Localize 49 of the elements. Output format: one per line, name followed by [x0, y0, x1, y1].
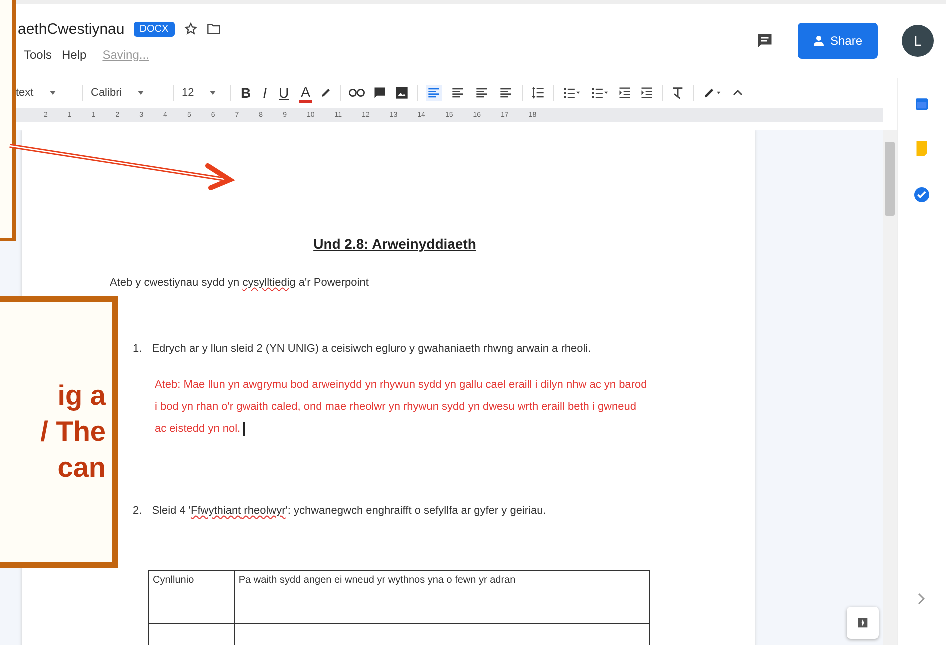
comment-add-icon[interactable]: [373, 86, 388, 100]
format-button[interactable]: A: [299, 84, 312, 102]
list-number: 2.: [133, 504, 142, 519]
format-button[interactable]: B: [239, 85, 254, 101]
chevron-right-icon[interactable]: [918, 593, 926, 605]
table-cell: Cynllunio: [148, 570, 234, 624]
document-title[interactable]: aethCwestiynau: [18, 20, 125, 38]
clear-formatting-icon[interactable]: [671, 86, 686, 100]
format-button[interactable]: U: [277, 85, 292, 101]
explore-icon: [856, 616, 870, 630]
format-button[interactable]: I: [261, 85, 270, 101]
font-dropdown[interactable]: Calibri: [91, 87, 165, 99]
list-icon[interactable]: [590, 86, 610, 100]
style-dropdown[interactable]: text: [16, 87, 74, 99]
line-spacing-icon[interactable]: [531, 86, 546, 100]
check-circle-icon[interactable]: [913, 186, 931, 204]
link-icon[interactable]: [349, 88, 366, 98]
star-icon[interactable]: [184, 22, 198, 36]
font-size-dropdown[interactable]: 12: [182, 87, 222, 99]
callout-text: can: [58, 451, 106, 485]
explore-button[interactable]: [847, 607, 879, 639]
align-left-icon[interactable]: [426, 85, 442, 101]
indent-icon[interactable]: [618, 86, 632, 100]
callout-text: ig a: [58, 379, 106, 413]
document-heading: Und 2.8: Arweinyddiaeth: [312, 236, 478, 252]
caret-icon: [50, 91, 56, 95]
comment-icon[interactable]: [756, 32, 774, 50]
table-cell: Pa waith sydd angen ei wneud yr wythnos yna o fewn yr adran: [234, 570, 650, 624]
menu-item[interactable]: Tools: [24, 48, 52, 62]
file-type-badge: DOCX: [134, 22, 175, 36]
folder-icon[interactable]: [206, 23, 221, 35]
list-number: 1.: [133, 342, 142, 357]
text-cursor: [242, 422, 245, 436]
question-text: Sleid 4 'Ffwythiant rheolwyr': ychwanegwch enghraifft o sefyllfa ar gyfer y geiriau.: [152, 504, 546, 519]
indent-icon[interactable]: [640, 86, 654, 100]
menu-item[interactable]: Help: [62, 48, 87, 62]
highlighter-icon[interactable]: [320, 87, 332, 99]
intro-paragraph: Ateb y cwestiynau sydd yn cysylltiedig a'r Powerpoint: [110, 276, 370, 291]
caret-icon: [210, 91, 216, 95]
list-icon[interactable]: [562, 86, 582, 100]
question-text: Edrych ar y llun sleid 2 (YN UNIG) a ceisiwch egluro y gwahaniaeth rhwng arwain a rheoli.: [152, 342, 592, 357]
callout-text: / The: [40, 415, 106, 449]
person-icon: [813, 35, 826, 47]
image-icon[interactable]: [395, 86, 410, 100]
calendar-icon[interactable]: [914, 96, 930, 112]
share-button[interactable]: Share: [798, 23, 878, 59]
user-avatar[interactable]: L: [902, 25, 934, 57]
scrollbar-thumb[interactable]: [885, 142, 895, 216]
caret-icon: [138, 91, 144, 95]
